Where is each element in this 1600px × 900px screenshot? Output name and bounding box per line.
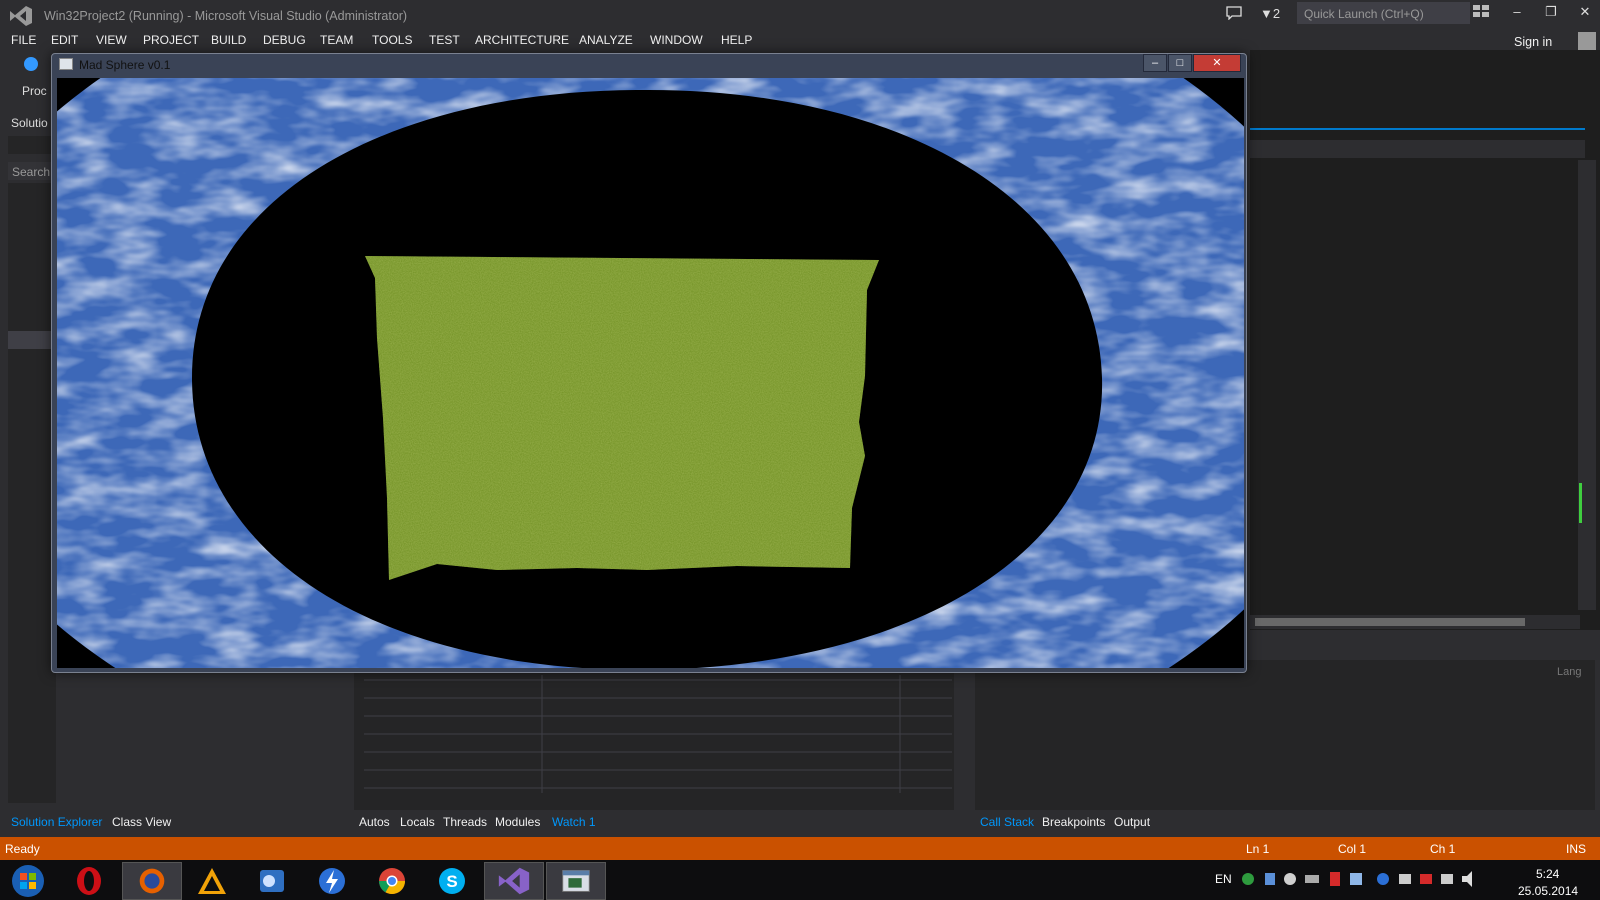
- status-line: Ln 1: [1246, 842, 1270, 856]
- tab-watch-1[interactable]: Watch 1: [552, 815, 596, 829]
- tab-solution-explorer[interactable]: Solution Explorer: [11, 815, 102, 829]
- game-window-title: Mad Sphere v0.1: [79, 58, 171, 72]
- menu-help[interactable]: HELP: [721, 33, 752, 47]
- feedback-filter-count[interactable]: ▼2: [1260, 6, 1280, 21]
- menu-debug[interactable]: DEBUG: [263, 33, 306, 47]
- tab-modules[interactable]: Modules: [495, 815, 540, 829]
- watch-grid: [364, 675, 952, 793]
- tab-class-view[interactable]: Class View: [112, 815, 171, 829]
- notification-icon[interactable]: [1226, 6, 1242, 20]
- status-state: Ready: [5, 842, 40, 856]
- navigate-back-icon[interactable]: [24, 57, 38, 71]
- solution-tree[interactable]: [8, 183, 56, 803]
- status-insert-mode: INS: [1566, 842, 1587, 856]
- tab-threads[interactable]: Threads: [443, 815, 487, 829]
- tab-autos[interactable]: Autos: [359, 815, 390, 829]
- tab-locals[interactable]: Locals: [400, 815, 435, 829]
- status-char: Ch 1: [1430, 842, 1456, 856]
- call-stack-panel[interactable]: [975, 660, 1595, 810]
- menu-view[interactable]: VIEW: [96, 33, 127, 47]
- menu-edit[interactable]: EDIT: [51, 33, 78, 47]
- tab-breakpoints[interactable]: Breakpoints: [1042, 815, 1105, 829]
- menu-team[interactable]: TEAM: [320, 33, 353, 47]
- vertical-scrollbar[interactable]: [1578, 160, 1596, 610]
- game-minimize-icon[interactable]: –: [1143, 54, 1167, 72]
- solution-search-input[interactable]: Search: [8, 162, 56, 180]
- input-language[interactable]: EN: [1215, 872, 1232, 886]
- visual-studio-logo-icon: [10, 6, 32, 26]
- solution-explorer-toolbar: [8, 136, 56, 154]
- menu-window[interactable]: WINDOW: [650, 33, 703, 47]
- menu-bar: FILE EDIT VIEW PROJECT BUILD DEBUG TEAM …: [0, 30, 1600, 50]
- svg-text:S: S: [446, 872, 457, 891]
- clock-time[interactable]: 5:24: [1536, 867, 1559, 881]
- system-tray-icons[interactable]: [1240, 868, 1490, 890]
- menu-architecture[interactable]: ARCHITECTURE: [475, 33, 569, 47]
- game-maximize-icon[interactable]: □: [1168, 54, 1192, 72]
- quick-launch-menu-icon[interactable]: [1472, 4, 1490, 18]
- menu-analyze[interactable]: ANALYZE: [579, 33, 633, 47]
- app-window-icon[interactable]: [546, 862, 606, 900]
- flash-icon[interactable]: [302, 862, 362, 900]
- firefox-icon[interactable]: [122, 862, 182, 900]
- quick-launch-input[interactable]: Quick Launch (Ctrl+Q): [1297, 2, 1470, 24]
- status-col: Col 1: [1338, 842, 1367, 856]
- game-app-icon: [59, 58, 73, 70]
- navigation-bar[interactable]: [1250, 140, 1585, 158]
- aimp-icon[interactable]: [182, 862, 242, 900]
- close-icon[interactable]: ✕: [1572, 4, 1598, 24]
- window-title: Win32Project2 (Running) - Microsoft Visu…: [44, 9, 408, 23]
- windows-start-icon[interactable]: [0, 862, 60, 900]
- tree-selected-row[interactable]: [8, 331, 56, 349]
- tab-output[interactable]: Output: [1114, 815, 1150, 829]
- menu-project[interactable]: PROJECT: [143, 33, 199, 47]
- account-icon[interactable]: [1578, 32, 1596, 50]
- tab-call-stack[interactable]: Call Stack: [980, 815, 1034, 829]
- status-bar: Ready Ln 1 Col 1 Ch 1 INS: [0, 837, 1600, 860]
- process-label: Proc: [22, 84, 47, 98]
- horizontal-scroll-thumb[interactable]: [1255, 618, 1525, 626]
- visual-studio-icon[interactable]: [484, 862, 544, 900]
- call-stack-header: [1250, 641, 1600, 661]
- editor-tab-indicator: [1250, 128, 1585, 130]
- clock-date[interactable]: 25.05.2014: [1518, 884, 1578, 898]
- sign-in-link[interactable]: Sign in: [1514, 35, 1552, 49]
- menu-file[interactable]: FILE: [11, 33, 36, 47]
- code-editor[interactable]: [1250, 50, 1600, 630]
- grass-terrain-quad: [365, 256, 879, 580]
- minimize-icon[interactable]: –: [1504, 4, 1530, 24]
- scrollbar-change-marker: [1579, 483, 1582, 523]
- menu-build[interactable]: BUILD: [211, 33, 246, 47]
- menu-tools[interactable]: TOOLS: [372, 33, 412, 47]
- game-close-icon[interactable]: ✕: [1193, 54, 1241, 72]
- solution-explorer-header: Solutio: [8, 112, 56, 132]
- skype-icon[interactable]: S: [422, 862, 482, 900]
- language-column-header: Lang: [1557, 666, 1582, 678]
- menu-test[interactable]: TEST: [429, 33, 460, 47]
- restore-icon[interactable]: ❐: [1538, 4, 1564, 24]
- chrome-icon[interactable]: [362, 862, 422, 900]
- outlook-icon[interactable]: [242, 862, 302, 900]
- game-render-viewport[interactable]: [57, 78, 1244, 668]
- opera-icon[interactable]: [60, 862, 120, 900]
